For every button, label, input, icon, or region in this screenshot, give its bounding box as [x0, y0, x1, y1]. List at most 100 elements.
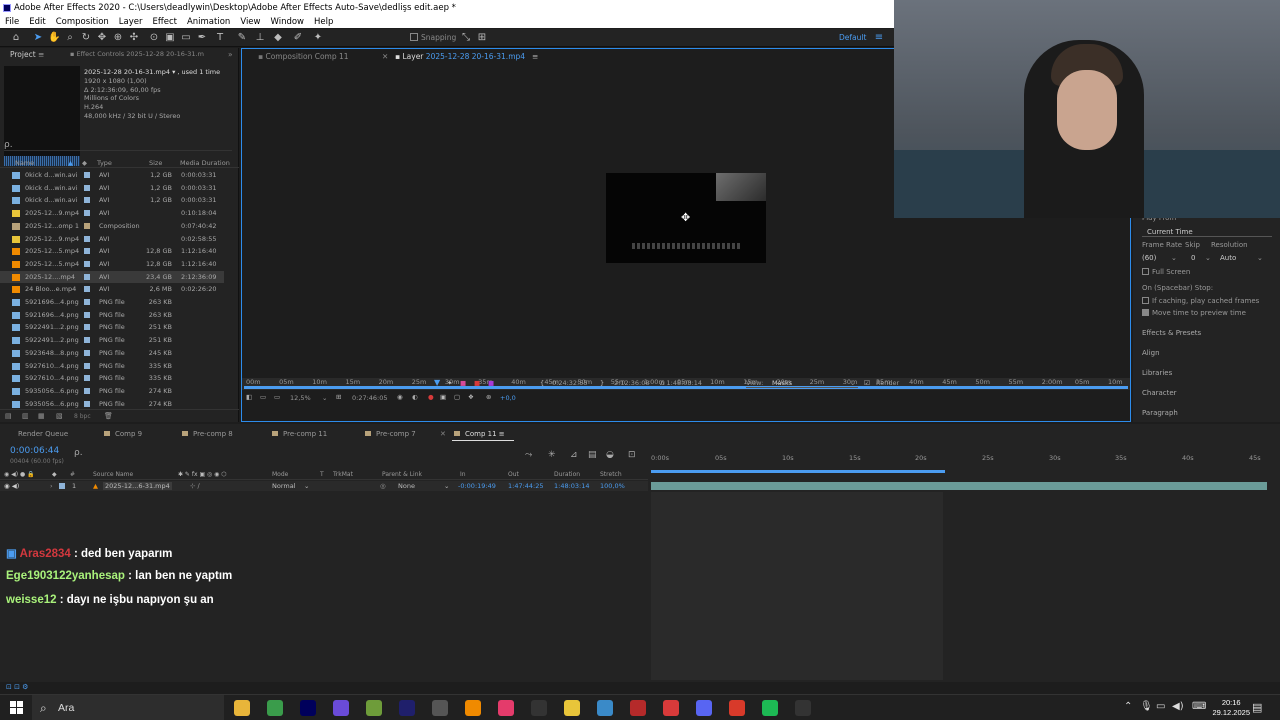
- interpret-footage-icon[interactable]: ▤: [5, 412, 12, 420]
- exposure-value[interactable]: +0,0: [500, 394, 516, 402]
- project-item-row[interactable]: 5935056...6.png PNG file 274 KB: [0, 385, 224, 398]
- motion-blur-icon[interactable]: ◒: [606, 450, 614, 460]
- play-from-dropdown[interactable]: Current Time: [1142, 228, 1272, 237]
- opera-icon[interactable]: [729, 700, 745, 716]
- render-checkbox[interactable]: ☑: [864, 379, 870, 387]
- orbit-tool-icon[interactable]: ⊙: [148, 32, 160, 44]
- workspace-menu-icon[interactable]: ≡: [873, 32, 885, 44]
- project-item-row[interactable]: 0kick d...win.avi AVI 1,2 GB 0:00:03:31: [0, 169, 224, 182]
- av-features-icon[interactable]: ◉ ◀) ● 🔒: [4, 471, 35, 478]
- tab-pre-comp-11[interactable]: Pre-comp 11: [272, 430, 327, 438]
- snapshot-icon[interactable]: ◉: [397, 393, 403, 401]
- media-encoder-icon[interactable]: [399, 700, 415, 716]
- playhead-icon[interactable]: ▼: [434, 378, 440, 387]
- layer-name[interactable]: 2025-12...6-31.mp4: [103, 482, 172, 490]
- network-icon[interactable]: ▭: [1156, 701, 1165, 712]
- color-picker-icon[interactable]: ✦: [447, 379, 452, 387]
- project-search-input[interactable]: ρ.: [4, 140, 232, 151]
- 3d-view-icon[interactable]: ▣: [440, 393, 446, 401]
- item-label-color[interactable]: [84, 375, 90, 382]
- snapping-checkbox[interactable]: [410, 33, 418, 41]
- volume-icon[interactable]: ◀): [1172, 701, 1184, 712]
- tab-composition-comp-11[interactable]: ▪ Composition Comp 11: [258, 52, 349, 61]
- layer-switches-icon[interactable]: ⊹ ∕: [190, 482, 200, 490]
- more-tabs-icon[interactable]: »: [228, 50, 233, 59]
- maps-icon[interactable]: [564, 700, 580, 716]
- chevron-down-icon[interactable]: ⌄: [850, 379, 855, 387]
- sort-ascending-icon[interactable]: ▲: [68, 159, 73, 167]
- if-caching-toggle[interactable]: If caching, play cached frames: [1142, 297, 1259, 305]
- project-item-row[interactable]: 5922491...2.png PNG file 251 KB: [0, 321, 224, 334]
- project-item-row[interactable]: 5921696...4.png PNG file 263 KB: [0, 309, 224, 322]
- snap-option-icon[interactable]: ⤡: [460, 32, 472, 44]
- column-size[interactable]: Size: [149, 159, 162, 167]
- column-out[interactable]: Out: [508, 471, 519, 478]
- align-panel[interactable]: Align: [1142, 349, 1160, 357]
- project-item-row[interactable]: 24 Bloo...e.mp4 AVI 2,6 MB 0:02:26:20: [0, 283, 224, 296]
- channel-red-icon[interactable]: ■: [460, 379, 466, 387]
- obs-icon[interactable]: [432, 700, 448, 716]
- reset-exposure-icon[interactable]: ⊛: [486, 393, 491, 401]
- menu-layer[interactable]: Layer: [114, 16, 148, 28]
- pan-behind-tool-icon[interactable]: ⊕: [112, 32, 124, 44]
- item-label-color[interactable]: [84, 197, 90, 204]
- item-label-color[interactable]: [84, 172, 90, 178]
- effect-controls-tab[interactable]: ▪ Effect Controls 2025-12-28 20-16-31.m: [70, 50, 204, 58]
- tab-render-queue[interactable]: Render Queue: [18, 430, 68, 438]
- microphone-icon[interactable]: 🎙: [1140, 701, 1153, 712]
- rectangle-tool-icon[interactable]: ▭: [180, 32, 192, 44]
- new-composition-icon[interactable]: ▦: [38, 412, 45, 420]
- project-item-row[interactable]: 5922491...2.png PNG file 251 KB: [0, 334, 224, 347]
- current-time-display[interactable]: 0:27:46:05: [352, 394, 388, 402]
- fast-preview-icon[interactable]: ❖: [468, 393, 474, 401]
- github-icon[interactable]: [795, 700, 811, 716]
- project-item-row[interactable]: 2025-12...9.mp4 AVI 0:10:18:04: [0, 207, 224, 220]
- switches-icons[interactable]: ✱ ✎ fx ▣ ◎ ◉ ⬡: [178, 471, 227, 478]
- column-parent-link[interactable]: Parent & Link: [382, 471, 422, 478]
- item-label-color[interactable]: [84, 387, 90, 394]
- item-label-color[interactable]: [84, 299, 90, 305]
- layer-duration-bar[interactable]: [651, 482, 1267, 490]
- channel-blue-icon[interactable]: ■: [488, 379, 494, 387]
- project-item-row[interactable]: 2025-12...9.mp4 AVI 0:02:58:55: [0, 233, 224, 246]
- monitor-icon[interactable]: [630, 700, 646, 716]
- project-item-row[interactable]: 0kick d...win.avi AVI 1,2 GB 0:00:03:31: [0, 194, 224, 207]
- zoom-tool-icon[interactable]: ⌕: [64, 32, 76, 44]
- close-tab-icon[interactable]: ✕: [440, 430, 446, 438]
- file-explorer-icon[interactable]: [234, 700, 250, 716]
- rotate-tool-icon[interactable]: ↻: [80, 32, 92, 44]
- project-item-row[interactable]: 2025-12...5.mp4 AVI 12,8 GB 1:12:16:40: [0, 245, 224, 258]
- tray-overflow-icon[interactable]: ⌃: [1124, 701, 1132, 712]
- discord-icon[interactable]: [696, 700, 712, 716]
- photo-icon[interactable]: [597, 700, 613, 716]
- snap-grid-icon[interactable]: ⊞: [476, 32, 488, 44]
- layer-label-color[interactable]: [59, 483, 65, 489]
- menu-animation[interactable]: Animation: [182, 16, 235, 28]
- skip-dropdown[interactable]: 0: [1191, 254, 1195, 262]
- camera-tool-icon[interactable]: ✥: [96, 32, 108, 44]
- graph-editor-icon[interactable]: ⊡: [628, 450, 636, 460]
- selection-tool-icon[interactable]: ➤: [32, 32, 44, 44]
- chevron-down-icon[interactable]: ⌄: [322, 394, 327, 402]
- item-label-color[interactable]: [84, 184, 90, 191]
- chevron-down-icon[interactable]: ⌄: [1205, 254, 1211, 262]
- x-icon[interactable]: [663, 700, 679, 716]
- view-dropdown[interactable]: Masks: [746, 379, 858, 388]
- effects-presets-panel[interactable]: Effects & Presets: [1142, 329, 1201, 337]
- in-point-display[interactable]: 0:24:32:55: [552, 379, 588, 387]
- tab-pre-comp-7[interactable]: Pre-comp 7: [365, 430, 416, 438]
- video-visibility-icon[interactable]: ◉ ◀): [4, 482, 19, 490]
- out-point-display[interactable]: 2:12:36:08: [614, 379, 650, 387]
- move-time-toggle[interactable]: Move time to preview time: [1142, 309, 1246, 317]
- expand-layer-icon[interactable]: ›: [50, 482, 53, 490]
- project-item-row[interactable]: 2025-12...omp 1 Composition 0:07:40:42: [0, 220, 224, 233]
- app-icon[interactable]: [531, 700, 547, 716]
- new-folder-icon[interactable]: ▥: [22, 412, 29, 420]
- move-time-checkbox[interactable]: [1142, 309, 1149, 316]
- set-out-point-icon[interactable]: }: [600, 379, 604, 387]
- workspace-selector[interactable]: Default: [839, 32, 866, 44]
- camera-icon[interactable]: ▣: [164, 32, 176, 44]
- item-label-color[interactable]: [84, 324, 90, 331]
- set-in-point-icon[interactable]: {: [540, 379, 544, 387]
- libraries-panel[interactable]: Libraries: [1142, 369, 1172, 377]
